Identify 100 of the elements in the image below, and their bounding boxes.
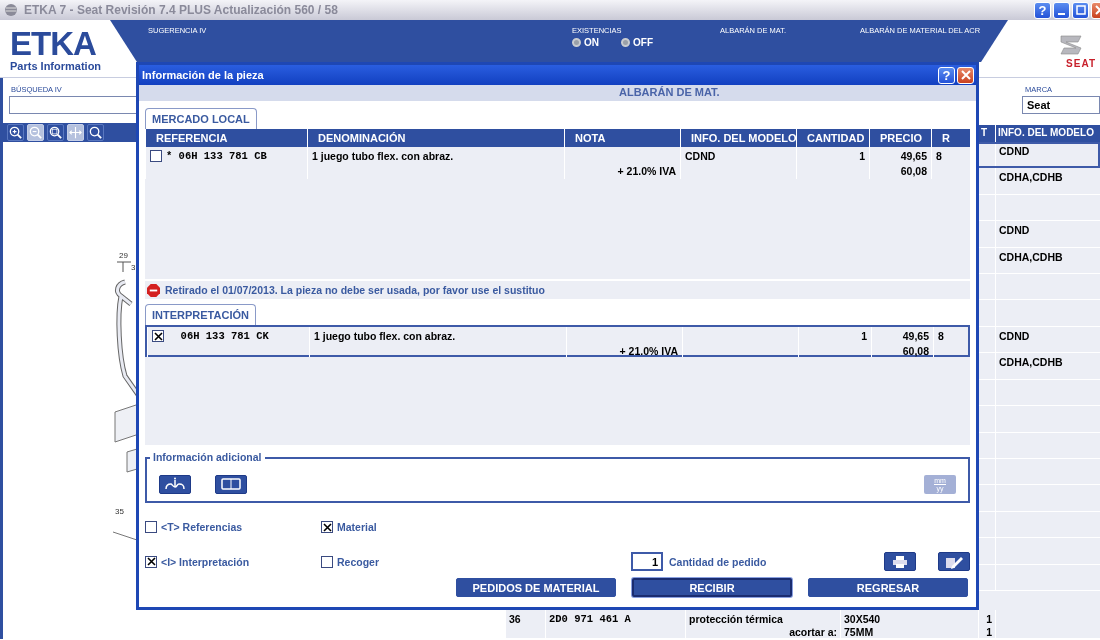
table-cell-text: CDHA,CDHB [999, 357, 1064, 369]
table-cell: 60,08 [900, 165, 927, 177]
radio-button[interactable] [572, 38, 581, 47]
help-button[interactable]: ? [938, 66, 955, 84]
table-cell-text: CDHA,CDHB [999, 251, 1064, 263]
close-icon [960, 70, 971, 80]
print-button[interactable] [884, 552, 916, 571]
table-row[interactable]: * 06H 133 781 CB 1 juego tubo flex. con abraz. + 21.0% IVA CDND 1 49,65 60,08 8 [145, 147, 970, 179]
table-cell-text: protección térmica [689, 614, 784, 626]
table-cell: acortar a: [789, 627, 837, 639]
action-button[interactable]: REGRESAR [808, 578, 968, 597]
logo-title: ETKA [10, 28, 97, 60]
help-button[interactable]: ? [1034, 1, 1051, 19]
table-cell: + 21.0% IVA [617, 165, 676, 177]
column-header: T [981, 127, 988, 138]
zoom-out-icon [28, 125, 43, 140]
table-cell: 60,08 [902, 345, 929, 357]
column-header: REFERENCIA [156, 132, 228, 144]
table-cell-text: 8 [938, 330, 945, 342]
column-header: INFO. DEL MODELO [691, 132, 797, 144]
table-cell-text: CDND [999, 145, 1031, 157]
column-header: PRECIO [880, 132, 923, 144]
app-icon [4, 3, 18, 17]
diagram-button[interactable] [159, 474, 191, 494]
maximize-button[interactable] [1072, 1, 1089, 19]
table-cell: + 21.0% IVA [619, 345, 678, 357]
table-cell: 1 [861, 330, 867, 342]
option-label: <I> Interpretación [161, 555, 250, 568]
radio-label: OFF [633, 37, 653, 48]
logo-subtitle: Parts Information [10, 60, 103, 72]
part-number: * 06H 133 781 CB [166, 150, 267, 162]
minimize-button[interactable] [1053, 1, 1070, 19]
maximize-icon [1075, 5, 1086, 15]
brand-select[interactable]: Seat [1022, 96, 1100, 114]
checkbox[interactable] [150, 150, 162, 162]
column-header: DENOMINACIÓN [318, 132, 406, 144]
table-cell-text: 2D0 971 461 A [549, 614, 632, 626]
radio-label: ON [584, 37, 599, 48]
search-button[interactable] [87, 124, 104, 141]
table-cell: 1 [859, 150, 865, 162]
table-cell-text: 36 [509, 614, 522, 626]
edit-icon [944, 554, 964, 569]
column-header: INFO. DEL MODELO [998, 127, 1094, 138]
minimize-icon [1058, 13, 1065, 15]
quantity-label: Cantidad de pedido [669, 555, 767, 568]
brand-logo-text: SEAT [1066, 58, 1096, 69]
checkbox[interactable] [321, 521, 333, 533]
panel-title: Información adicional [150, 451, 265, 463]
table-cell-text: 30X540 [844, 614, 882, 626]
checkbox[interactable] [321, 555, 333, 568]
zoom-area-button[interactable] [47, 124, 64, 141]
warning-message: Retirado el 01/07/2013. La pieza no debe ser usada, por favor use el sustituo [165, 284, 545, 296]
table-cell-text: 8 [936, 150, 943, 162]
quantity-field[interactable]: 1 [631, 552, 663, 571]
action-button[interactable]: RECIBIR [632, 578, 792, 597]
section-title: ALBARÁN DE MAT. [139, 85, 976, 101]
checkbox[interactable] [145, 521, 157, 533]
callout-number: 3 [131, 263, 136, 272]
table-cell: 49,65 [902, 330, 929, 342]
table-cell-text: 1 juego tubo flex. con abraz. [312, 150, 455, 162]
book-icon [220, 477, 242, 491]
table-cell-text: CDHA,CDHB [999, 172, 1064, 184]
book-button[interactable] [215, 474, 247, 494]
section-tab[interactable]: MERCADO LOCAL [145, 108, 257, 129]
checkbox[interactable] [152, 330, 164, 342]
option-label: Recoger [337, 555, 379, 568]
callout-number: 35 [115, 507, 124, 516]
callout-number: 29 [119, 251, 128, 260]
dialog-title: Información de la pieza [142, 69, 265, 81]
table-cell: 49,65 [900, 150, 927, 162]
zoom-in-button[interactable] [7, 124, 24, 141]
section-tab[interactable]: INTERPRETACIÓN [145, 304, 256, 325]
column-header: CANTIDAD [807, 132, 865, 144]
figure-icon [164, 477, 186, 491]
table-cell-text: CDND [685, 150, 717, 162]
zoom-in-icon [8, 125, 23, 140]
column-header: NOTA [575, 132, 606, 144]
zoom-area-icon [48, 125, 63, 140]
table-cell-text: 75MM [844, 627, 875, 639]
edit-button[interactable] [938, 552, 970, 571]
option-label: Material [337, 521, 377, 533]
arrows-icon [68, 125, 83, 140]
part-number: 06H 133 781 CK [179, 330, 269, 342]
table-cell: 1 [986, 627, 992, 639]
stop-icon [147, 283, 160, 297]
window-title: ETKA 7 - Seat Revisión 7.4 PLUS Actualización 560 / 58 [24, 3, 339, 17]
selected-row[interactable]: 06H 133 781 CK 1 juego tubo flex. con abraz. + 21.0% IVA 1 49,65 60,08 8 [145, 325, 970, 357]
table-cell: 1 [986, 614, 992, 626]
table-cell-text: CDND [999, 225, 1031, 237]
column-header: R [942, 132, 950, 144]
action-button[interactable]: PEDIDOS DE MATERIAL [456, 578, 616, 597]
search-icon [88, 125, 103, 140]
table-cell-text: CDND [999, 330, 1031, 342]
checkbox[interactable] [145, 555, 157, 568]
table-cell-text: 1 juego tubo flex. con abraz. [314, 330, 457, 342]
radio-button[interactable] [621, 38, 630, 47]
logo-icon [1058, 32, 1084, 58]
printer-icon [892, 554, 908, 569]
close-button[interactable] [957, 66, 974, 84]
option-label: <T> Referencias [161, 521, 243, 533]
